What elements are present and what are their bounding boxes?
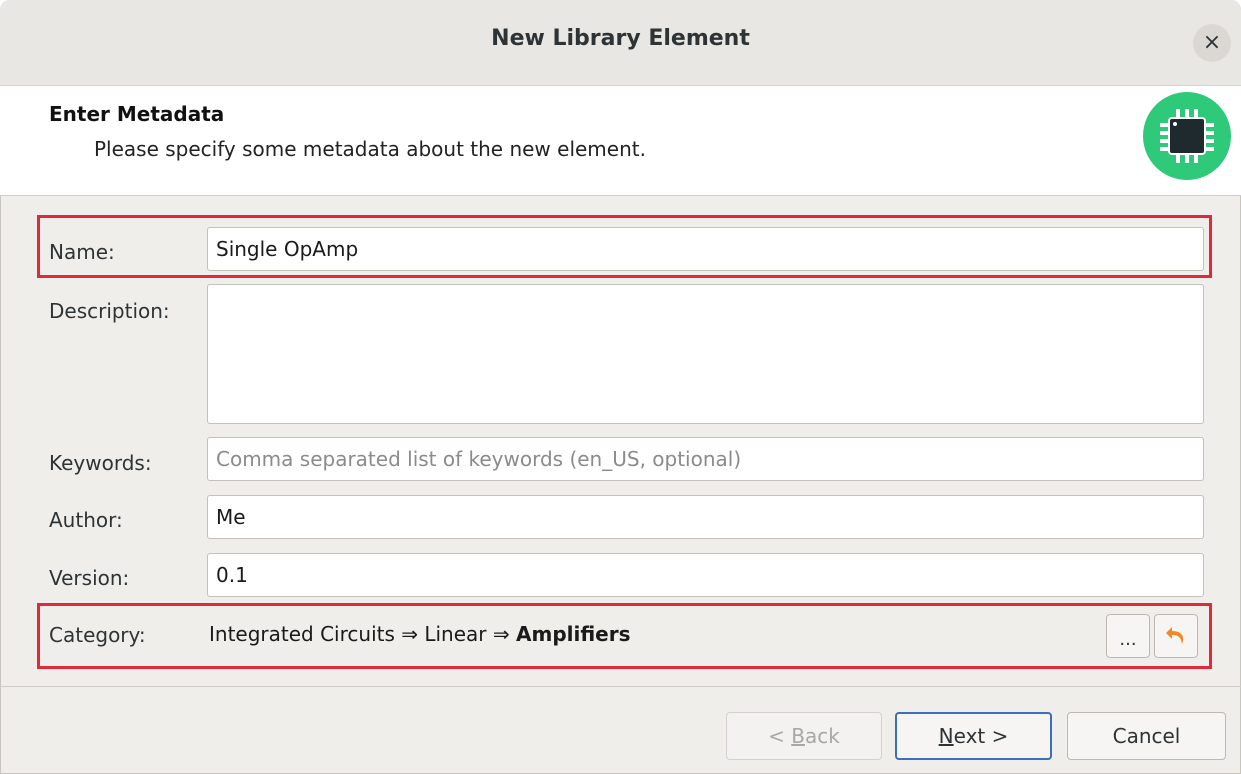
version-input-value: 0.1 — [216, 563, 248, 587]
version-input[interactable]: 0.1 — [207, 553, 1204, 597]
next-button[interactable]: Next > — [895, 712, 1052, 760]
description-textarea[interactable] — [207, 284, 1204, 424]
wizard-page-title: Enter Metadata — [49, 102, 225, 126]
keywords-label: Keywords: — [49, 451, 152, 475]
category-label: Category: — [49, 623, 146, 647]
keywords-placeholder: Comma separated list of keywords (en_US,… — [216, 447, 742, 471]
choose-category-label: ... — [1119, 629, 1137, 650]
next-button-mnemonic: N — [938, 724, 954, 748]
description-label: Description: — [49, 299, 170, 323]
author-input[interactable]: Me — [207, 495, 1204, 539]
reset-category-button[interactable] — [1154, 614, 1198, 658]
name-input-value: Single OpAmp — [216, 237, 359, 261]
wizard-page-subtitle: Please specify some metadata about the n… — [94, 137, 646, 161]
category-path-leaf: Amplifiers — [516, 622, 631, 646]
back-button-suffix: ack — [805, 724, 840, 748]
name-input[interactable]: Single OpAmp — [207, 227, 1204, 271]
choose-category-button[interactable]: ... — [1106, 614, 1150, 658]
next-button-suffix: ext > — [953, 724, 1009, 748]
category-path-prefix: Integrated Circuits ⇒ Linear ⇒ — [209, 622, 516, 646]
category-path: Integrated Circuits ⇒ Linear ⇒ Amplifier… — [209, 622, 631, 646]
author-label: Author: — [49, 508, 123, 532]
wizard-header: Enter Metadata Please specify some metad… — [0, 86, 1241, 196]
undo-arrow-icon — [1166, 627, 1184, 644]
footer-separator — [0, 686, 1241, 687]
window-title: New Library Element — [491, 26, 750, 51]
new-library-element-dialog: New Library Element × Enter Metadata Ple… — [0, 0, 1241, 774]
cancel-button-label: Cancel — [1112, 724, 1181, 748]
name-label: Name: — [49, 240, 115, 264]
close-icon: × — [1202, 30, 1222, 55]
chip-icon — [1143, 92, 1231, 180]
back-button-prefix: < — [768, 724, 792, 748]
back-button[interactable]: < Back — [726, 712, 882, 760]
version-label: Version: — [49, 566, 130, 590]
close-button[interactable]: × — [1193, 24, 1231, 62]
author-input-value: Me — [216, 505, 246, 529]
keywords-input[interactable]: Comma separated list of keywords (en_US,… — [207, 437, 1204, 481]
cancel-button[interactable]: Cancel — [1067, 712, 1226, 760]
title-bar: New Library Element × — [0, 0, 1241, 86]
back-button-mnemonic: B — [791, 724, 805, 748]
